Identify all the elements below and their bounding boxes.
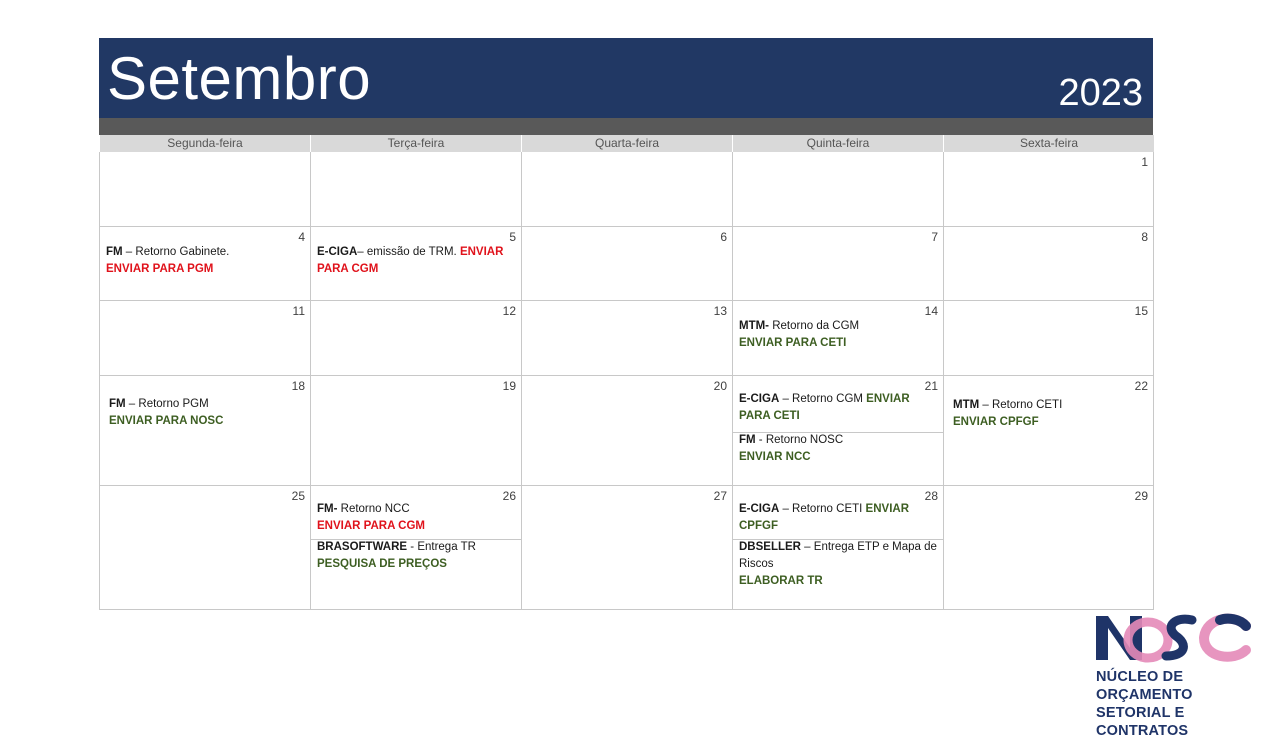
day-number: 15 bbox=[1134, 304, 1148, 318]
event-org: MTM- bbox=[739, 320, 770, 332]
logo-line-2: SETORIAL E CONTRATOS bbox=[1096, 705, 1189, 739]
day-cell-7[interactable]: 7 bbox=[732, 227, 943, 301]
event-eciga-ceti[interactable]: E-CIGA – Retorno CETI ENVIAR CPFGF bbox=[739, 501, 937, 535]
day-cell-6[interactable]: 6 bbox=[521, 227, 732, 301]
day-number: 22 bbox=[1134, 379, 1148, 393]
day-cell-22[interactable]: 22 MTM – Retorno CETI ENVIAR CPFGF bbox=[943, 376, 1154, 486]
event-org: FM- bbox=[317, 503, 338, 515]
day-cell-14[interactable]: 14 MTM- Retorno da CGM ENVIAR PARA CETI bbox=[732, 301, 943, 376]
event-org: MTM bbox=[953, 399, 980, 411]
event-text: – Retorno CGM bbox=[779, 393, 867, 405]
weekday-wednesday: Quarta-feira bbox=[521, 135, 732, 152]
event-org: E-CIGA bbox=[739, 503, 780, 515]
day-number: 14 bbox=[924, 304, 938, 318]
event-text: – Retorno PGM bbox=[125, 398, 209, 410]
event-mtm-ceti[interactable]: MTM – Retorno CETI ENVIAR CPFGF bbox=[953, 397, 1147, 431]
day-cell-25[interactable]: 25 bbox=[99, 486, 310, 610]
event-org: FM bbox=[739, 434, 756, 446]
event-org: E-CIGA bbox=[739, 393, 780, 405]
day-number: 11 bbox=[292, 304, 305, 318]
event-action: ENVIAR PARA CETI bbox=[739, 337, 847, 349]
nosc-logo-text: NÚCLEO DE ORÇAMENTO SETORIAL E CONTRATOS bbox=[1096, 668, 1256, 740]
day-number: 7 bbox=[931, 230, 938, 244]
logo-line-1: NÚCLEO DE ORÇAMENTO bbox=[1096, 669, 1193, 703]
month-title: Setembro bbox=[107, 45, 372, 112]
event-fm-nosc[interactable]: FM - Retorno NOSC ENVIAR NCC bbox=[739, 432, 937, 466]
day-cell-empty[interactable] bbox=[521, 152, 732, 227]
day-number: 8 bbox=[1141, 230, 1148, 244]
event-org: FM bbox=[109, 398, 126, 410]
day-number: 18 bbox=[291, 379, 305, 393]
event-fm-ncc[interactable]: FM- Retorno NCC ENVIAR PARA CGM bbox=[317, 501, 515, 535]
event-text: – emissão de TRM. bbox=[357, 246, 460, 258]
event-org: FM bbox=[106, 246, 123, 258]
day-cell-1[interactable]: 1 bbox=[943, 152, 1154, 227]
weekday-tuesday: Terça-feira bbox=[310, 135, 521, 152]
event-action: ENVIAR CPFGF bbox=[953, 416, 1039, 428]
day-cell-21[interactable]: 21 E-CIGA – Retorno CGM ENVIAR PARA CETI… bbox=[732, 376, 943, 486]
day-number: 20 bbox=[713, 379, 727, 393]
event-action: ENVIAR NCC bbox=[739, 451, 811, 463]
calendar-grid: Segunda-feira Terça-feira Quarta-feira Q… bbox=[99, 135, 1154, 610]
day-cell-29[interactable]: 29 bbox=[943, 486, 1154, 610]
day-cell-5[interactable]: 5 E-CIGA– emissão de TRM. ENVIAR PARA CG… bbox=[310, 227, 521, 301]
event-action: ENVIAR PARA CGM bbox=[317, 520, 425, 532]
day-cell-15[interactable]: 15 bbox=[943, 301, 1154, 376]
event-text: – Retorno Gabinete. bbox=[122, 246, 230, 258]
day-cell-empty[interactable] bbox=[310, 152, 521, 227]
day-number: 5 bbox=[509, 230, 516, 244]
day-cell-8[interactable]: 8 bbox=[943, 227, 1154, 301]
day-cell-13[interactable]: 13 bbox=[521, 301, 732, 376]
day-number: 19 bbox=[502, 379, 516, 393]
event-dbseller-etp[interactable]: DBSELLER – Entrega ETP e Mapa de Riscos … bbox=[739, 539, 937, 590]
event-eciga-trm[interactable]: E-CIGA– emissão de TRM. ENVIAR PARA CGM bbox=[317, 244, 515, 278]
event-text: - Retorno NOSC bbox=[755, 434, 844, 446]
event-text: Retorno da CGM bbox=[769, 320, 860, 332]
day-number: 1 bbox=[1141, 155, 1148, 169]
day-cell-11[interactable]: 11 bbox=[99, 301, 310, 376]
day-cell-empty[interactable] bbox=[99, 152, 310, 227]
day-cell-28[interactable]: 28 E-CIGA – Retorno CETI ENVIAR CPFGF DB… bbox=[732, 486, 943, 610]
event-org: BRASOFTWARE bbox=[317, 541, 408, 553]
day-cell-27[interactable]: 27 bbox=[521, 486, 732, 610]
day-cell-4[interactable]: 4 FM – Retorno Gabinete. ENVIAR PARA PGM bbox=[99, 227, 310, 301]
header-divider-bar bbox=[99, 118, 1153, 135]
day-number: 12 bbox=[502, 304, 516, 318]
weekday-monday: Segunda-feira bbox=[99, 135, 310, 152]
event-action: PESQUISA DE PREÇOS bbox=[317, 558, 447, 570]
event-brasoftware-tr[interactable]: BRASOFTWARE - Entrega TR PESQUISA DE PRE… bbox=[317, 539, 515, 573]
weekday-friday: Sexta-feira bbox=[943, 135, 1154, 152]
day-cell-20[interactable]: 20 bbox=[521, 376, 732, 486]
day-number: 29 bbox=[1134, 489, 1148, 503]
event-fm-gabinete[interactable]: FM – Retorno Gabinete. ENVIAR PARA PGM bbox=[106, 244, 304, 278]
event-fm-pgm[interactable]: FM – Retorno PGM ENVIAR PARA NOSC bbox=[109, 396, 304, 430]
event-eciga-cgm[interactable]: E-CIGA – Retorno CGM ENVIAR PARA CETI bbox=[739, 391, 937, 425]
day-number: 27 bbox=[713, 489, 727, 503]
day-number: 25 bbox=[291, 489, 305, 503]
day-number: 4 bbox=[298, 230, 305, 244]
day-cell-26[interactable]: 26 FM- Retorno NCC ENVIAR PARA CGM BRASO… bbox=[310, 486, 521, 610]
month-header: Setembro 2023 bbox=[99, 38, 1153, 118]
event-text: Retorno NCC bbox=[337, 503, 410, 515]
event-text: - Entrega TR bbox=[407, 541, 476, 553]
day-number: 13 bbox=[713, 304, 727, 318]
event-mtm-cgm[interactable]: MTM- Retorno da CGM ENVIAR PARA CETI bbox=[739, 318, 937, 352]
event-action: ENVIAR PARA PGM bbox=[106, 263, 214, 275]
event-action: ENVIAR PARA NOSC bbox=[109, 415, 224, 427]
event-action: ELABORAR TR bbox=[739, 575, 823, 587]
event-org: DBSELLER bbox=[739, 541, 801, 553]
weekday-thursday: Quinta-feira bbox=[732, 135, 943, 152]
day-number: 6 bbox=[720, 230, 727, 244]
day-cell-18[interactable]: 18 FM – Retorno PGM ENVIAR PARA NOSC bbox=[99, 376, 310, 486]
day-cell-19[interactable]: 19 bbox=[310, 376, 521, 486]
nosc-logo-mark bbox=[1096, 613, 1251, 663]
day-cell-12[interactable]: 12 bbox=[310, 301, 521, 376]
day-cell-empty[interactable] bbox=[732, 152, 943, 227]
year-label: 2023 bbox=[1058, 72, 1143, 114]
event-text: – Retorno CETI bbox=[979, 399, 1063, 411]
event-org: E-CIGA bbox=[317, 246, 358, 258]
event-text: – Retorno CETI bbox=[779, 503, 866, 515]
